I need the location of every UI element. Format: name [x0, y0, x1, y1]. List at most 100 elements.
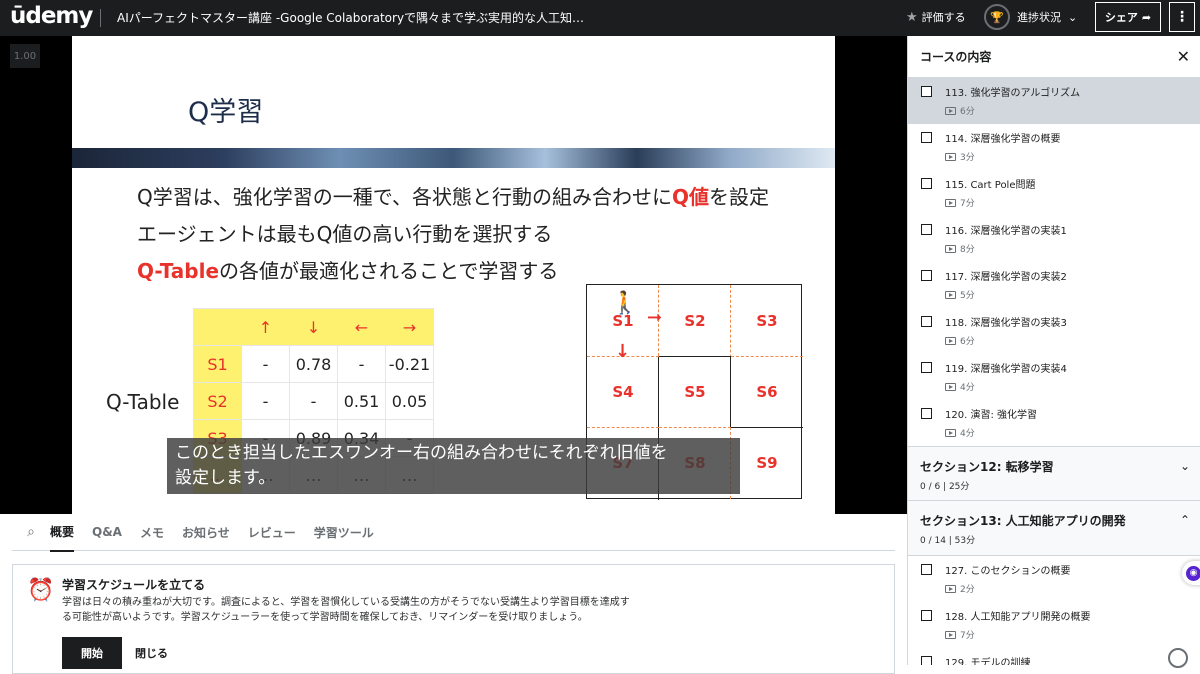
lecture-item[interactable]: 120. 演習: 強化学習 4分 — [908, 400, 1200, 446]
section-meta: 0 / 14 | 53分 — [920, 536, 976, 546]
q-table-header — [193, 308, 242, 346]
lecture-item[interactable]: 114. 深層強化学習の概要 3分 — [908, 124, 1200, 170]
lecture-duration: 6分 — [945, 104, 975, 117]
chevron-down-icon: ⌄ — [1068, 10, 1078, 24]
course-title[interactable]: AIパーフェクトマスター講座 -Google Colaboratoryで隅々まで… — [117, 9, 584, 26]
lecture-title: 128. 人工知能アプリ開発の概要 — [945, 612, 1091, 623]
completion-checkbox[interactable] — [921, 132, 932, 143]
lecture-item[interactable]: 129. モデルの訓練 — [908, 648, 1200, 665]
lecture-item[interactable]: 128. 人工知能アプリ開発の概要 7分 — [908, 602, 1200, 648]
completion-checkbox[interactable] — [921, 178, 932, 189]
start-button[interactable]: 開始 — [62, 637, 122, 669]
video-caption: このとき担当したエスワンオー右の組み合わせにそれぞれ旧値を 設定します。 — [167, 438, 740, 494]
tab-learning-tools[interactable]: 学習ツール — [314, 514, 374, 551]
lecture-item[interactable]: 127. このセクションの概要 2分 — [908, 556, 1200, 602]
lecture-duration: 7分 — [945, 628, 975, 641]
completion-checkbox[interactable] — [921, 408, 932, 419]
lecture-item[interactable]: 115. Cart Pole問題 7分 — [908, 170, 1200, 216]
tab-overview[interactable]: 概要 — [50, 513, 75, 552]
section-meta: 0 / 6 | 25分 — [920, 482, 970, 492]
video-icon — [945, 152, 956, 161]
lecture-item[interactable]: 113. 強化学習のアルゴリズム 6分 — [908, 78, 1200, 124]
completion-checkbox[interactable] — [921, 86, 932, 97]
section-header-12[interactable]: セクション12: 転移学習 0 / 6 | 25分 ⌄ — [908, 446, 1200, 501]
lecture-duration: 4分 — [945, 426, 975, 439]
lecture-title: 119. 深層強化学習の実装4 — [945, 364, 1067, 375]
slide-line-3: Q-Tableの各値が最適化されることで学習する — [137, 259, 559, 283]
agent-walker-icon: 🚶 — [611, 291, 639, 316]
lecture-item[interactable]: 116. 深層強化学習の実装1 8分 — [908, 216, 1200, 262]
lecture-item[interactable]: 117. 深層強化学習の実装2 5分 — [908, 262, 1200, 308]
completion-checkbox[interactable] — [921, 316, 932, 327]
section-header-13[interactable]: セクション13: 人工知能アプリの開発 0 / 14 | 53分 ⌃ — [908, 501, 1200, 556]
q-table-state: S2 — [193, 382, 242, 420]
completion-checkbox[interactable] — [921, 610, 932, 621]
completion-checkbox[interactable] — [921, 656, 932, 665]
header-divider — [100, 9, 101, 27]
q-table-header: ↑ — [241, 308, 290, 346]
video-player[interactable]: 1.00 Q学習 Q学習は、強化学習の一種で、各状態と行動の組み合わせにQ値を設… — [0, 36, 907, 514]
q-table-cell: 0.51 — [337, 382, 386, 420]
q-table-cell: - — [241, 345, 290, 383]
alarm-clock-icon: ⏰ — [27, 578, 55, 603]
share-label: シェア — [1104, 11, 1138, 24]
search-icon[interactable]: ⌕ — [12, 524, 50, 540]
more-options-button[interactable]: ⋮ — [1169, 2, 1195, 32]
udemy-logo[interactable]: ūdemy — [10, 3, 93, 29]
tab-qa[interactable]: Q&A — [92, 515, 122, 549]
grid-state-s6: S6 — [756, 382, 778, 401]
completion-checkbox[interactable] — [921, 564, 932, 575]
caption-line-1: このとき担当したエスワンオー右の組み合わせにそれぞれ旧値を — [175, 443, 668, 463]
lecture-duration: 4分 — [945, 380, 975, 393]
completion-checkbox[interactable] — [921, 270, 932, 281]
progress-dropdown[interactable]: 🏆 進捗状況 ⌄ — [984, 4, 1077, 30]
video-icon — [945, 428, 956, 437]
grid-state-s9: S9 — [756, 453, 778, 472]
lecture-duration: 7分 — [945, 196, 975, 209]
grid-state-s2: S2 — [684, 311, 706, 330]
progress-label: 進捗状況 — [1017, 11, 1061, 24]
chevron-down-icon: ⌄ — [1179, 459, 1190, 473]
schedule-title: 学習スケジュールを立てる — [62, 578, 206, 592]
share-arrow-icon: ➦ — [1141, 10, 1152, 24]
ai-assistant-icon[interactable] — [1168, 648, 1188, 668]
video-icon — [945, 198, 956, 207]
lecture-duration: 5分 — [945, 288, 975, 301]
slide-title: Q学習 — [188, 97, 264, 128]
lecture-title: 113. 強化学習のアルゴリズム — [945, 88, 1081, 99]
rate-button[interactable]: ★ 評価する — [906, 9, 966, 25]
completion-checkbox[interactable] — [921, 362, 932, 373]
q-table-state: S1 — [193, 345, 242, 383]
tab-notes[interactable]: メモ — [140, 514, 164, 551]
slide-banner — [72, 148, 835, 168]
tab-announcements[interactable]: お知らせ — [182, 514, 230, 551]
lecture-title: 127. このセクションの概要 — [945, 566, 1071, 577]
lecture-title: 129. モデルの訓練 — [945, 658, 1031, 665]
vertical-dots-icon: ⋮ — [1175, 9, 1189, 25]
qtable-label: Q-Table — [106, 390, 180, 414]
video-icon — [945, 336, 956, 345]
sidebar-title: コースの内容 — [920, 50, 992, 64]
lecture-item[interactable]: 118. 深層強化学習の実装3 6分 — [908, 308, 1200, 354]
playback-speed[interactable]: 1.00 — [10, 44, 40, 68]
lecture-title: 115. Cart Pole問題 — [945, 180, 1036, 191]
share-button[interactable]: シェア ➦ — [1095, 2, 1161, 32]
caption-line-2: 設定します。 — [175, 468, 276, 488]
completion-checkbox[interactable] — [921, 224, 932, 235]
tab-reviews[interactable]: レビュー — [248, 514, 296, 551]
course-content-sidebar: コースの内容 ✕ 113. 強化学習のアルゴリズム 6分 114. 深層強化学習… — [907, 36, 1200, 665]
lecture-duration: 2分 — [945, 582, 975, 595]
lecture-title: 118. 深層強化学習の実装3 — [945, 318, 1067, 329]
lecture-title: 120. 演習: 強化学習 — [945, 410, 1037, 421]
lecture-title: 114. 深層強化学習の概要 — [945, 134, 1061, 145]
slide-line-1: Q学習は、強化学習の一種で、各状態と行動の組み合わせにQ値を設定 — [137, 185, 769, 209]
q-table-cell: 0.05 — [385, 382, 434, 420]
lecture-item[interactable]: 119. 深層強化学習の実装4 4分 — [908, 354, 1200, 400]
assistant-launcher[interactable]: ◉ — [1182, 561, 1200, 585]
q-table-header-row: ↑ ↓ ← → — [193, 308, 434, 346]
schedule-card: ⏰ 学習スケジュールを立てる 学習は日々の積み重ねが大切です。調査によると、学習… — [12, 564, 895, 674]
rate-label: 評価する — [921, 11, 966, 24]
close-icon[interactable]: ✕ — [1177, 47, 1190, 66]
q-table-cell: - — [289, 382, 338, 420]
dismiss-button[interactable]: 閉じる — [135, 645, 168, 661]
